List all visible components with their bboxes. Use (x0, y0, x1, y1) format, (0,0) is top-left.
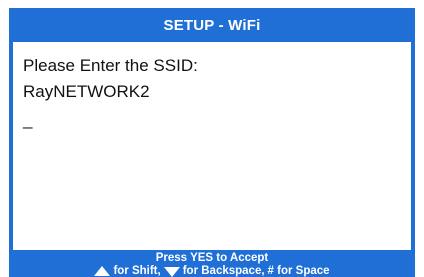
space-hint: # for Space (267, 265, 330, 277)
ssid-prompt: Please Enter the SSID: (23, 56, 198, 75)
ssid-input-value[interactable]: RayNETWORK2 (23, 80, 411, 104)
arrow-up-triangle-icon (94, 265, 111, 276)
shift-hint: for Shift, (113, 265, 161, 277)
input-screen: Please Enter the SSID: RayNETWORK2 _ (13, 42, 411, 250)
text-cursor: _ (23, 110, 33, 129)
arrow-down-triangle-icon (163, 267, 180, 277)
footer-hints: Press YES to Accept for Shift, for Backs… (9, 250, 415, 277)
window-title: SETUP - WiFi (163, 16, 261, 34)
accept-hint: Press YES to Accept (155, 252, 269, 264)
device-frame: SETUP - WiFi Please Enter the SSID: RayN… (9, 8, 415, 277)
key-hints: for Shift, for Backspace, # for Space (9, 265, 415, 277)
backspace-hint: for Backspace, (182, 265, 265, 277)
